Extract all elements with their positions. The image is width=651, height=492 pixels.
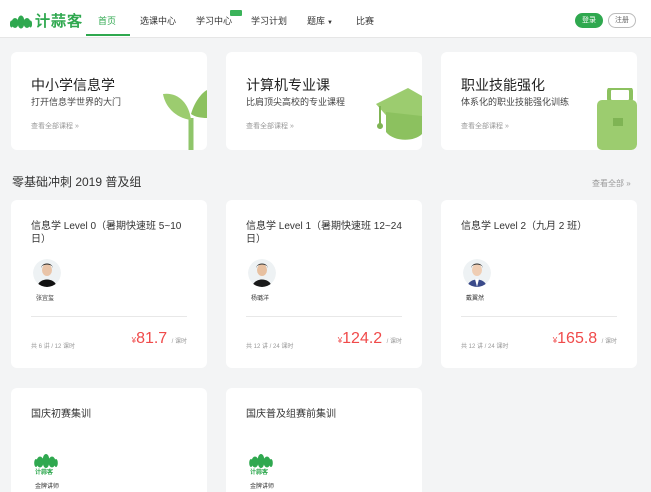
category-subtitle: 体系化的职业技能强化训练: [461, 97, 570, 107]
new-badge: [230, 10, 242, 16]
view-all-courses-link[interactable]: 查看全部课程 »: [461, 121, 509, 131]
view-all-courses-link[interactable]: 查看全部课程 »: [31, 121, 79, 131]
divider: [31, 316, 187, 317]
divider: [461, 316, 617, 317]
nav-active-indicator: [86, 34, 130, 36]
section-title: 零基础冲刺 2019 普及组: [12, 175, 142, 189]
price-amount: 124.2: [342, 330, 383, 347]
nav-study-plan[interactable]: 学习计划: [251, 14, 287, 27]
teacher-name: 张宜玺: [36, 296, 55, 302]
course-title: 信息学 Level 2（九月 2 班）: [461, 221, 588, 232]
category-title: 职业技能强化: [461, 77, 545, 93]
category-card-career[interactable]: 职业技能强化 体系化的职业技能强化训练 查看全部课程 »: [441, 52, 637, 150]
category-title: 中小学信息学: [31, 77, 115, 93]
teacher-name: 金牌讲师: [35, 484, 60, 490]
top-nav: 计蒜客 首页 选课中心 学习中心 学习计划 题库 ▼ 比赛 登录 注册: [0, 0, 651, 38]
course-title: 信息学 Level 1（暑期快速班 12~24 日）: [246, 221, 402, 245]
brand-label: 计蒜客: [35, 470, 54, 476]
course-card[interactable]: 信息学 Level 1（暑期快速班 12~24 日） 杨璐洋 共 12 讲 / …: [226, 200, 422, 368]
course-title: 国庆初赛集训: [31, 409, 91, 420]
price-unit: / 课时: [601, 339, 617, 345]
section-view-all-link[interactable]: 查看全部 »: [592, 178, 631, 189]
lesson-count: 共 6 讲 / 12 课时: [31, 344, 76, 350]
divider: [246, 316, 402, 317]
register-button[interactable]: 注册: [608, 13, 636, 28]
nav-problem-bank[interactable]: 题库 ▼: [307, 14, 333, 27]
teacher-avatar: [463, 259, 491, 287]
category-subtitle: 打开信息学世界的大门: [31, 97, 122, 107]
teacher-avatar: [33, 259, 61, 287]
briefcase-icon: [597, 88, 637, 150]
login-button[interactable]: 登录: [575, 13, 603, 28]
sprout-icon: [163, 90, 207, 150]
teacher-name: 戴翼然: [466, 296, 485, 302]
logo-icon: [10, 15, 32, 28]
category-card-k12[interactable]: 中小学信息学 打开信息学世界的大门 查看全部课程 »: [11, 52, 207, 150]
category-card-cs[interactable]: 计算机专业课 比肩顶尖高校的专业课程 查看全部课程 »: [226, 52, 422, 150]
nav-course-center[interactable]: 选课中心: [140, 14, 176, 27]
course-title: 信息学 Level 0（暑期快速班 5~10 日）: [31, 221, 182, 245]
brand-name: 计蒜客: [35, 13, 84, 30]
price-amount: 165.8: [557, 330, 598, 347]
view-all-courses-link[interactable]: 查看全部课程 »: [246, 121, 294, 131]
price-amount: 81.7: [136, 330, 168, 347]
course-card[interactable]: 信息学 Level 0（暑期快速班 5~10 日） 张宜玺 共 6 讲 / 12…: [11, 200, 207, 368]
price: ¥81.7 / 课时: [132, 330, 187, 348]
course-card[interactable]: 国庆普及组赛前集训 计蒜客 金牌讲师: [226, 388, 422, 492]
price-unit: / 课时: [171, 339, 187, 345]
nav-contest[interactable]: 比赛: [356, 14, 374, 27]
teacher-name: 杨璐洋: [251, 296, 270, 302]
course-card[interactable]: 国庆初赛集训 计蒜客 金牌讲师: [11, 388, 207, 492]
category-title: 计算机专业课: [246, 77, 330, 93]
teacher-avatar: [248, 259, 276, 287]
teacher-name: 金牌讲师: [250, 484, 275, 490]
price: ¥124.2 / 课时: [338, 330, 402, 348]
course-card[interactable]: 信息学 Level 2（九月 2 班） 戴翼然 共 12 讲 / 24 课时 ¥…: [441, 200, 637, 368]
brand-label: 计蒜客: [250, 470, 269, 476]
course-title: 国庆普及组赛前集训: [246, 409, 336, 420]
nav-problem-bank-label: 题库: [307, 16, 326, 26]
lesson-count: 共 12 讲 / 24 课时: [461, 344, 509, 350]
category-subtitle: 比肩顶尖高校的专业课程: [246, 97, 346, 107]
graduation-cap-icon: [376, 88, 422, 140]
price-unit: / 课时: [386, 339, 402, 345]
brand-logo[interactable]: 计蒜客: [10, 10, 83, 31]
lesson-count: 共 12 讲 / 24 课时: [246, 344, 294, 350]
nav-home[interactable]: 首页: [98, 14, 116, 27]
chevron-down-icon: ▼: [327, 20, 333, 26]
price: ¥165.8 / 课时: [553, 330, 617, 348]
nav-learning-center[interactable]: 学习中心: [196, 14, 232, 27]
